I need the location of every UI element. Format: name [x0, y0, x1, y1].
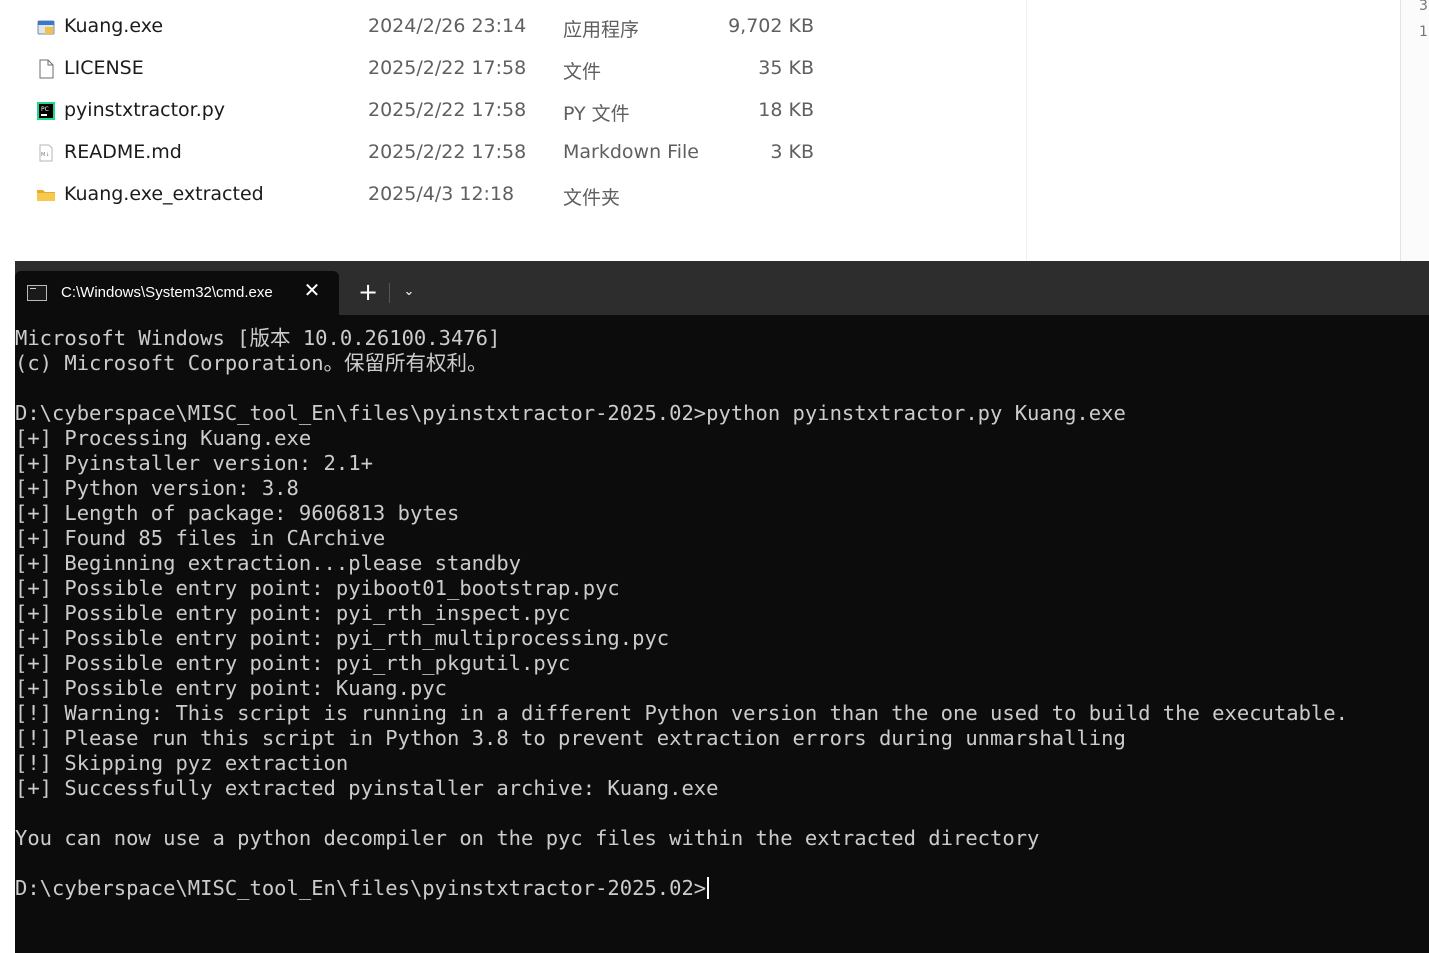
- file-name: Kuang.exe: [64, 15, 164, 37]
- file-date: 2025/2/22 17:58: [368, 141, 527, 163]
- file-date: 2025/2/22 17:58: [368, 57, 527, 79]
- file-date: 2025/2/22 17:58: [368, 99, 527, 121]
- text-cursor: [707, 877, 710, 899]
- console-line: [+] Possible entry point: Kuang.pyc: [15, 676, 447, 700]
- prompt-line[interactable]: D:\cyberspace\MISC_tool_En\files\pyinstx…: [15, 876, 1429, 901]
- file-type: 文件夹: [563, 187, 621, 209]
- file-date: 2024/2/26 23:14: [368, 15, 527, 37]
- console-output[interactable]: Microsoft Windows [版本 10.0.26100.3476] (…: [15, 326, 1429, 901]
- file-name: README.md: [64, 141, 182, 163]
- file-size: 18 KB: [758, 99, 814, 121]
- svg-text:PC: PC: [41, 106, 49, 113]
- console-line: [+] Possible entry point: pyiboot01_boot…: [15, 576, 620, 600]
- file-row-kuang-exe-extracted[interactable]: Kuang.exe_extracted 2025/4/3 12:18 文件夹: [0, 173, 1000, 215]
- file-size: 35 KB: [758, 57, 814, 79]
- file-type: 应用程序: [563, 19, 640, 41]
- console-line: [+] Python version: 3.8: [15, 476, 299, 500]
- terminal-tab-bar: C:\Windows\System32\cmd.exe ✕ + ⌄: [15, 261, 1429, 315]
- console-line: [+] Possible entry point: pyi_rth_multip…: [15, 626, 670, 650]
- file-type: 文件: [563, 61, 602, 83]
- console-line: [+] Possible entry point: pyi_rth_inspec…: [15, 601, 571, 625]
- folder-icon: [37, 190, 55, 201]
- console-line: You can now use a python decompiler on t…: [15, 826, 1040, 850]
- prompt-text: D:\cyberspace\MISC_tool_En\files\pyinstx…: [15, 876, 707, 900]
- console-line: [+] Found 85 files in CArchive: [15, 526, 386, 550]
- new-tab-button[interactable]: +: [355, 279, 381, 305]
- file-type: PY 文件: [563, 103, 630, 125]
- console-line: [+] Possible entry point: pyi_rth_pkguti…: [15, 651, 571, 675]
- cmd-icon: [27, 285, 47, 301]
- terminal-window[interactable]: C:\Windows\System32\cmd.exe ✕ + ⌄ Micros…: [15, 261, 1429, 953]
- console-line: [+] Processing Kuang.exe: [15, 426, 312, 450]
- file-row-kuang-exe[interactable]: Kuang.exe 2024/2/26 23:14 应用程序 9,702 KB: [0, 5, 1000, 47]
- file-row-license[interactable]: LICENSE 2025/2/22 17:58 文件 35 KB: [0, 47, 1000, 89]
- console-line: [+] Length of package: 9606813 bytes: [15, 501, 460, 525]
- exe-icon: [37, 20, 55, 35]
- console-line: Microsoft Windows [版本 10.0.26100.3476]: [15, 326, 501, 350]
- tab-separator: [389, 283, 390, 303]
- console-line: [+] Successfully extracted pyinstaller a…: [15, 776, 719, 800]
- console-line: [!] Please run this script in Python 3.8…: [15, 726, 1126, 750]
- svg-text:M↓: M↓: [41, 152, 50, 158]
- file-size: 3 KB: [770, 141, 814, 163]
- file-explorer-pane: Kuang.exe 2024/2/26 23:14 应用程序 9,702 KB …: [0, 0, 1429, 262]
- tab-title: C:\Windows\System32\cmd.exe: [61, 284, 273, 301]
- console-line: [!] Warning: This script is running in a…: [15, 701, 1348, 725]
- file-name: Kuang.exe_extracted: [64, 183, 264, 205]
- close-tab-icon[interactable]: ✕: [301, 279, 323, 301]
- file-size: 9,702 KB: [728, 15, 814, 37]
- console-line: [+] Pyinstaller version: 2.1+: [15, 451, 373, 475]
- file-row-pyinstxtractor[interactable]: PC pyinstxtractor.py 2025/2/22 17:58 PY …: [0, 89, 1000, 131]
- file-row-readme[interactable]: M↓ README.md 2025/2/22 17:58 Markdown Fi…: [0, 131, 1000, 173]
- pycharm-icon: PC: [37, 102, 55, 120]
- edge-text: 1: [1419, 24, 1428, 40]
- file-date: 2025/4/3 12:18: [368, 183, 515, 205]
- console-line: D:\cyberspace\MISC_tool_En\files\pyinstx…: [15, 401, 1126, 425]
- details-divider: [1026, 0, 1027, 262]
- console-line: [!] Skipping pyz extraction: [15, 751, 349, 775]
- tab-cmd[interactable]: C:\Windows\System32\cmd.exe ✕: [15, 271, 339, 315]
- console-line: (c) Microsoft Corporation。保留所有权利。: [15, 351, 488, 375]
- details-pane-edge: 3 1: [1401, 0, 1429, 262]
- markdown-icon: M↓: [39, 144, 53, 162]
- chevron-down-icon[interactable]: ⌄: [399, 281, 419, 303]
- edge-text: 3: [1419, 0, 1428, 14]
- console-line: [+] Beginning extraction...please standb…: [15, 551, 522, 575]
- file-name: LICENSE: [64, 57, 144, 79]
- file-icon: [39, 59, 54, 79]
- file-name: pyinstxtractor.py: [64, 99, 226, 121]
- file-type: Markdown File: [563, 141, 699, 163]
